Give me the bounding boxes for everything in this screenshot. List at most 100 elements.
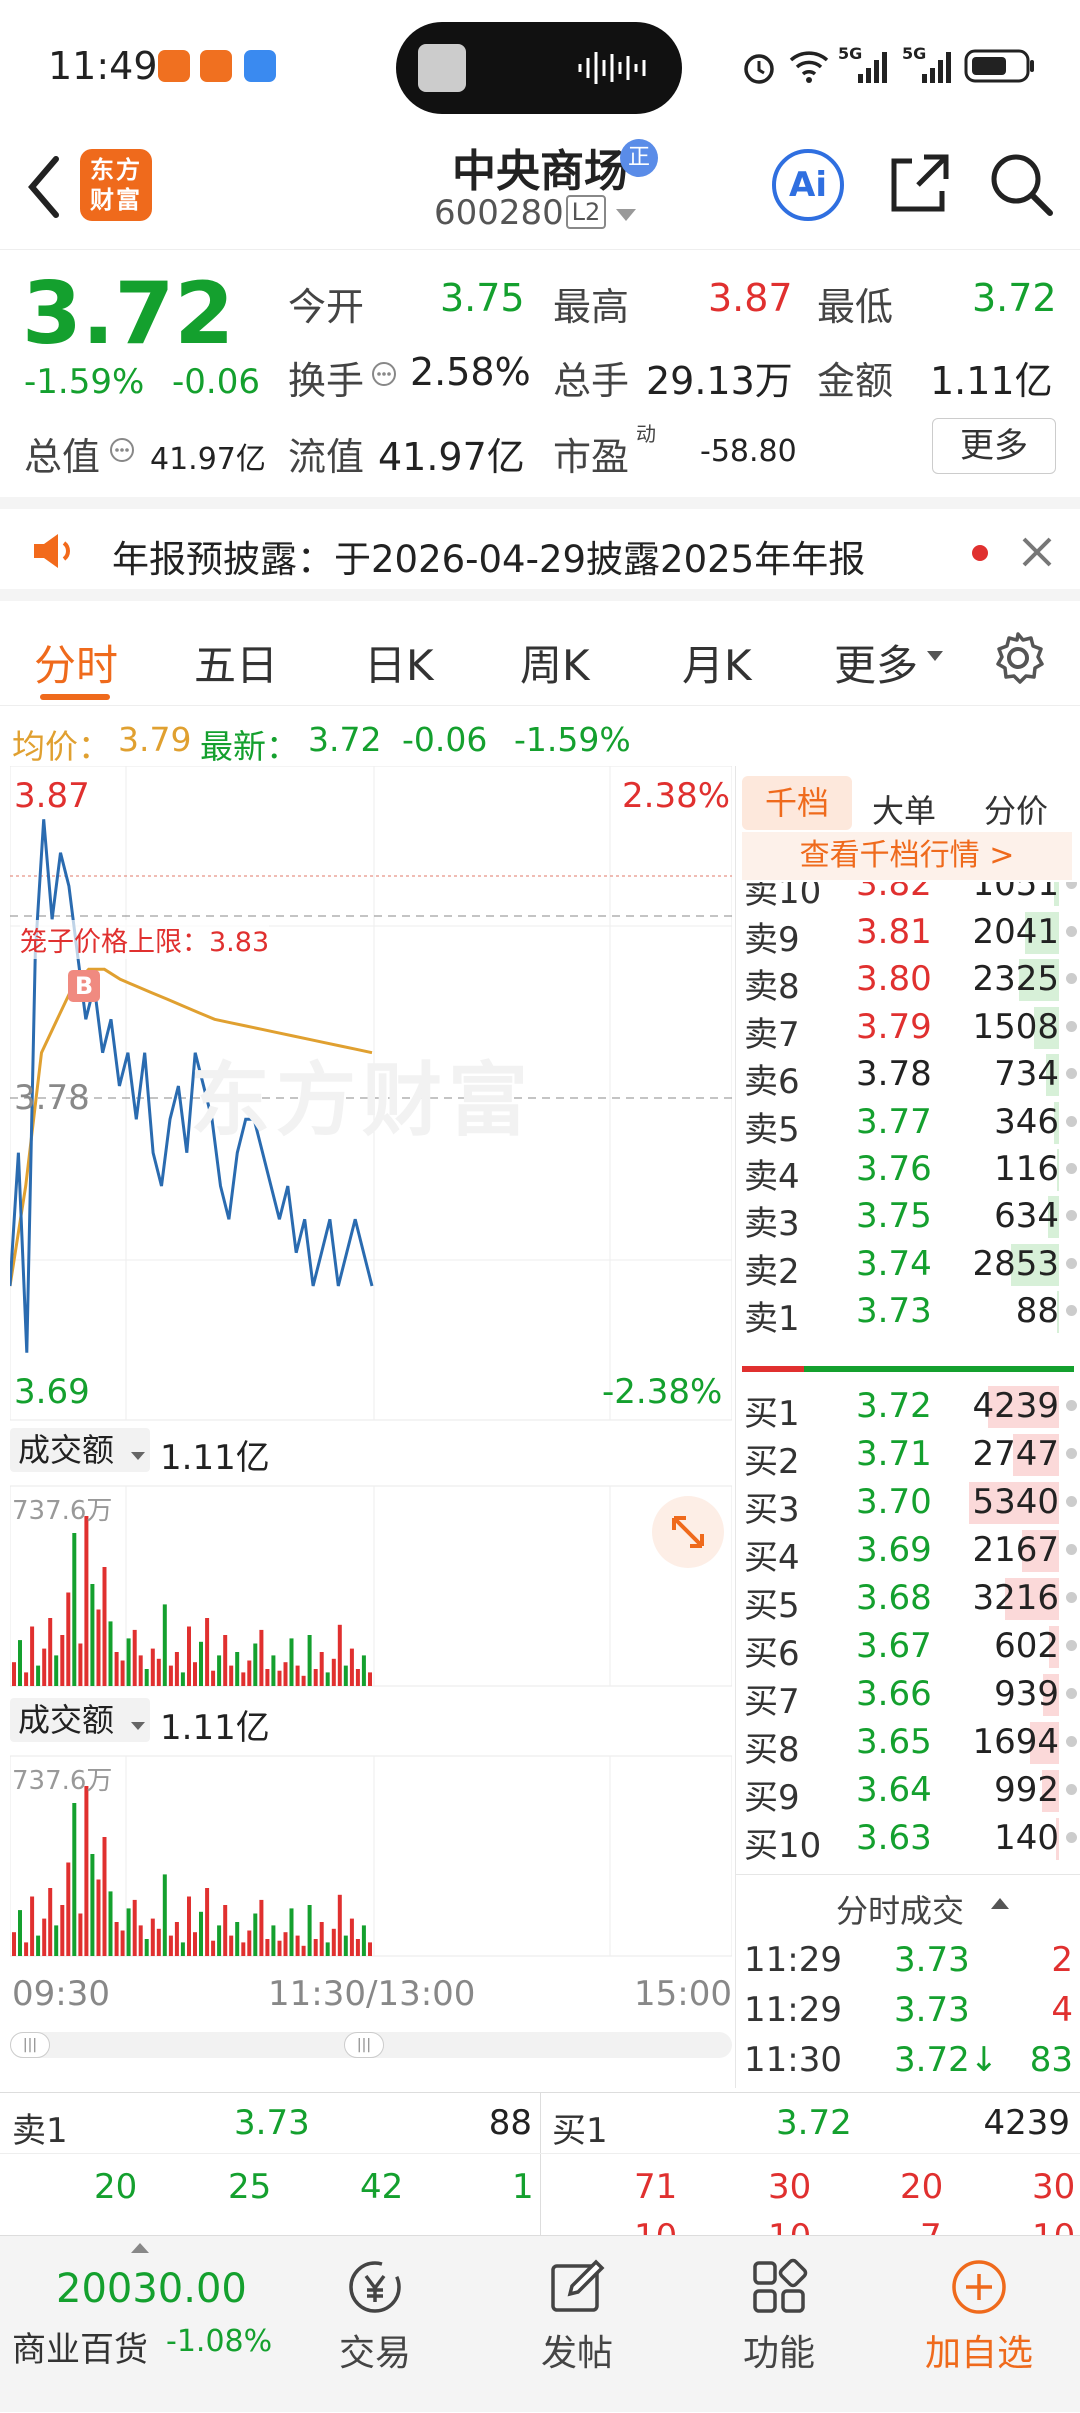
edit-post-icon (551, 2259, 605, 2312)
volume-type-select-2[interactable]: 成交额 (10, 1698, 150, 1742)
search-icon[interactable] (986, 149, 1056, 219)
bid-level-row[interactable]: 买3 3.70 5340 (736, 1478, 1080, 1530)
level-volume: 88 (1015, 1291, 1059, 1332)
caret-up-icon (991, 1898, 1009, 1909)
ask-level-row[interactable]: 卖7 3.79 1508 (736, 1003, 1080, 1055)
bid-level-row[interactable]: 买7 3.66 939 (736, 1670, 1080, 1722)
tab-depth[interactable]: 千档 (742, 776, 852, 830)
more-button[interactable]: 更多 (932, 418, 1056, 474)
scroll-handle-right[interactable]: ||| (344, 2032, 384, 2058)
tab-big-orders[interactable]: 大单 (872, 786, 936, 832)
bid-level-row[interactable]: 买10 3.63 140 (736, 1814, 1080, 1866)
ask-level-row[interactable]: 卖4 3.76 116 (736, 1145, 1080, 1197)
level-label: 买9 (744, 1778, 800, 1818)
status-time: 11:49 (48, 44, 158, 88)
scroll-handle-left[interactable]: ||| (10, 2032, 50, 2058)
notice-bar[interactable]: 年报预披露：于2026-04-29披露2025年年报 (0, 497, 1080, 601)
info-icon[interactable] (108, 436, 136, 464)
intraday-chart[interactable]: 东方财富 3.87 2.38% 3.78 3.69 -2.38% 笼子价格上限：… (8, 765, 733, 2094)
volume-bar (78, 1913, 83, 1956)
ai-button[interactable]: Ai (772, 149, 844, 221)
volume-bars-2 (12, 1786, 372, 1956)
depth-link[interactable]: 查看千档行情 > (742, 832, 1072, 880)
ask-level-row[interactable]: 卖5 3.77 346 (736, 1098, 1080, 1150)
volume-type-select[interactable]: 成交额 (10, 1428, 150, 1472)
volume-bar (144, 1939, 149, 1956)
bid-level-row[interactable]: 买5 3.68 3216 (736, 1574, 1080, 1626)
volume-bar (205, 1888, 210, 1956)
expand-button[interactable] (652, 1496, 724, 1568)
tab-5day[interactable]: 五日 (194, 632, 278, 693)
level-label: 卖4 (744, 1157, 800, 1197)
bid-level-row[interactable]: 买8 3.65 1694 (736, 1718, 1080, 1770)
ask-level-row[interactable]: 卖1 3.73 88 (736, 1287, 1080, 1339)
bid-level-row[interactable]: 买2 3.71 2747 (736, 1430, 1080, 1482)
volume-bar (84, 1786, 89, 1956)
caret-up-icon (131, 2243, 149, 2253)
current-price: 3.72 (22, 264, 235, 364)
functions-button[interactable]: 功能 (704, 2258, 854, 2376)
volume-bar (84, 1516, 89, 1686)
y-max-label: 3.87 (14, 776, 90, 816)
ask-level-row[interactable]: 卖2 3.74 2853 (736, 1240, 1080, 1292)
ask-level-row[interactable]: 卖10 3.82 1051 (736, 882, 1080, 912)
volume-bar (126, 1908, 131, 1956)
volume-bar (96, 1609, 101, 1686)
volume-bar (361, 1925, 366, 1956)
tab-monthly-k[interactable]: 月K (682, 632, 752, 693)
buy-marker[interactable]: B (68, 970, 100, 1002)
volume-bar (277, 1940, 282, 1956)
volume-bar (90, 1584, 95, 1686)
volume-bars-1 (12, 1516, 372, 1686)
sector-index[interactable]: 20030.00 商业百货 -1.08% (0, 2236, 280, 2413)
volume-bar (78, 1643, 83, 1686)
volume-bar (187, 1896, 191, 1956)
level-label: 买3 (744, 1490, 800, 1530)
close-icon[interactable] (1020, 535, 1054, 569)
period-tabs: 分时 五日 日K 周K 月K 更多 (0, 604, 1080, 706)
add-watchlist-button[interactable]: 加自选 (904, 2258, 1054, 2376)
volume-bar (355, 1939, 360, 1956)
tab-daily-k[interactable]: 日K (364, 632, 434, 693)
settings-gear-icon[interactable] (990, 630, 1046, 686)
bid-level-row[interactable]: 买1 3.72 4239 (736, 1382, 1080, 1434)
back-arrow-icon[interactable] (24, 155, 64, 219)
volume-bar (18, 1640, 22, 1686)
volume-bar (150, 1648, 155, 1686)
volume-bar (66, 1862, 71, 1956)
level-volume: 3216 (972, 1578, 1059, 1618)
share-icon[interactable] (884, 149, 954, 219)
alarm-icon (744, 54, 774, 84)
ask-level-row[interactable]: 卖8 3.80 2325 (736, 955, 1080, 1007)
dropdown-caret-icon (131, 1452, 146, 1460)
time-scrollbar[interactable]: ||| ||| (10, 2032, 732, 2058)
mktcap-label: 总值 (24, 435, 101, 479)
tick-row: 11:29 3.73 2 (736, 1936, 1080, 1984)
post-button[interactable]: 发帖 (502, 2258, 652, 2376)
volume-bar (138, 1655, 143, 1686)
bottom-toolbar: 20030.00 商业百货 -1.08% 交易 发帖 功能 加自选 (0, 2235, 1080, 2412)
app-notify-icon (200, 50, 232, 82)
volume-bar (187, 1626, 191, 1686)
ask-level-row[interactable]: 卖6 3.78 734 (736, 1050, 1080, 1102)
bid-queue-item: 30 (1032, 2167, 1076, 2207)
ask-level-row[interactable]: 卖9 3.81 2041 (736, 908, 1080, 960)
ticks-title[interactable]: 分时成交 (836, 1886, 964, 1932)
volume-bar (12, 1932, 16, 1956)
bid1-price: 3.72 (776, 2103, 852, 2143)
app-logo[interactable]: 东方财富 (80, 149, 152, 221)
tab-more[interactable]: 更多 (834, 632, 918, 693)
bid-level-row[interactable]: 买9 3.64 992 (736, 1766, 1080, 1818)
bid-level-row[interactable]: 买6 3.67 602 (736, 1622, 1080, 1674)
app-notify-icon (244, 50, 276, 82)
trade-button[interactable]: 交易 (300, 2258, 450, 2376)
tab-intraday[interactable]: 分时 (34, 632, 118, 693)
bid-level-row[interactable]: 买4 3.69 2167 (736, 1526, 1080, 1578)
tab-price-dist[interactable]: 分价 (984, 786, 1048, 832)
tab-weekly-k[interactable]: 周K (520, 632, 590, 693)
order-dot (1066, 973, 1077, 985)
info-icon[interactable] (370, 360, 398, 388)
volume-bar (18, 1910, 22, 1956)
ask-level-row[interactable]: 卖3 3.75 634 (736, 1192, 1080, 1244)
volume-bar (144, 1669, 149, 1686)
